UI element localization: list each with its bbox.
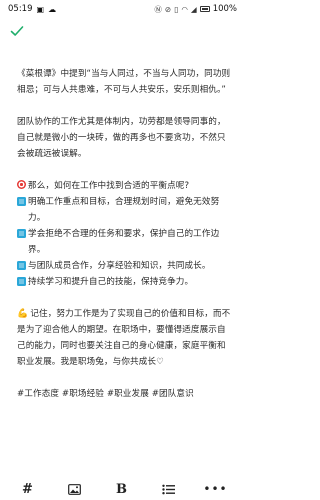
closing-text: 记住，努力工作是为了实现自己的价值和目标，而不是为了迎合他人的期望。在职场中，要… [17,309,231,367]
battery-icon [199,6,210,12]
tip-item: 学会拒绝不合理的任务和要求，保护自己的工作边界。 [17,226,231,258]
list-button[interactable] [156,479,182,499]
nfc-icon: Ⓝ [154,4,162,14]
editor-top-bar [0,22,243,44]
tip-item: 持续学习和提升自己的技能，保持竞争力。 [17,274,231,290]
paragraph-quote: 《菜根谭》中提到“当与人同过，不当与人同功，同功则相忌；可与人共患难，不可与人共… [17,69,231,95]
tip-text: 与团队成员合作，分享经验和知识，共同成长。 [28,261,211,271]
blue-square-icon [17,277,26,286]
more-button[interactable]: ••• [203,479,229,499]
mute-icon: ⊘ [164,4,172,14]
blue-square-icon [17,229,26,238]
cloud-icon: ☁ [48,4,57,14]
tip-text: 学会拒绝不合理的任务和要求，保护自己的工作边界。 [28,229,220,255]
tip-text: 明确工作重点和目标，合理规划时间，避免无效努力。 [28,197,220,223]
image-icon [68,483,81,495]
bold-icon: B [116,481,127,497]
blue-square-icon [17,261,26,270]
image-button[interactable] [62,479,88,499]
status-bar: 05:19 ▣ ☁ Ⓝ ⊘ ▯ ◠ ◢ 100% [0,0,243,18]
status-left: 05:19 ▣ ☁ [8,4,56,14]
paragraph-teamwork: 团队协作的工作尤其是体制内，功劳都是领导同事的，自己就是微小的一块砖，做的再多也… [17,117,226,159]
list-icon [162,484,175,494]
check-icon[interactable] [10,24,24,38]
target-icon [17,180,26,189]
tip-item: 与团队成员合作，分享经验和知识，共同成长。 [17,258,231,274]
hashtags: #工作态度 #职场经验 #职业发展 #团队意识 [17,389,194,399]
more-icon: ••• [203,482,228,496]
question-line: 那么，如何在工作中找到合适的平衡点呢? [17,178,231,194]
battery-level: 100% [212,4,237,14]
flexed-biceps-icon: 💪 [17,309,29,319]
bold-button[interactable]: B [109,479,135,499]
tip-text: 持续学习和提升自己的技能，保持竞争力。 [28,277,194,287]
blue-square-icon [17,197,26,206]
closing-paragraph: 💪 记住，努力工作是为了实现自己的价值和目标，而不是为了迎合他人的期望。在职场中，… [17,306,231,370]
tip-item: 明确工作重点和目标，合理规划时间，避免无效努力。 [17,194,231,226]
question-text: 那么，如何在工作中找到合适的平衡点呢? [28,181,190,191]
hashtag-button[interactable]: # [15,479,41,499]
post-body[interactable]: 《菜根谭》中提到“当与人同过，不当与人同功，同功则相忌；可与人共患难，不可与人共… [17,66,231,402]
wifi-icon: ◠ [181,4,188,14]
signal-icon: ◢ [190,4,197,14]
status-right: Ⓝ ⊘ ▯ ◠ ◢ 100% [154,4,237,15]
vibrate-icon: ▯ [174,4,179,14]
format-toolbar: # B ••• [0,478,243,500]
hashtag-icon: # [22,481,33,497]
notification-icon: ▣ [36,4,45,14]
status-time: 05:19 [8,4,33,14]
